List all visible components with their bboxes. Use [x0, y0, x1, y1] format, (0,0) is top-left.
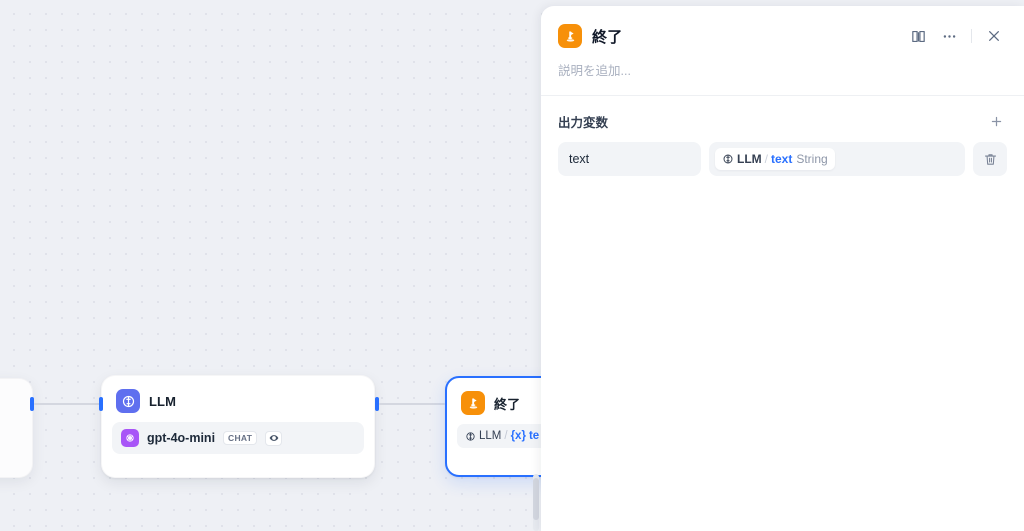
- output-variable-row: text LLM / text String: [558, 142, 1007, 176]
- more-horizontal-icon[interactable]: [935, 22, 963, 50]
- node-title-end: 終了: [494, 396, 521, 412]
- edge-llm-to-end: [379, 403, 445, 405]
- panel-header-actions: [904, 22, 1008, 50]
- output-variable-key[interactable]: text: [558, 142, 701, 176]
- node-config-panel: 終了 説明を追加... 出力変数 text LLM / text String: [541, 6, 1024, 531]
- chip-source-label: LLM: [737, 152, 762, 166]
- canvas-node-partial[interactable]: [0, 378, 33, 478]
- description-input[interactable]: 説明を追加...: [541, 50, 1024, 95]
- trash-icon[interactable]: [973, 142, 1007, 176]
- variable-reference-chip[interactable]: LLM / text String: [715, 148, 835, 170]
- llm-brain-icon: [116, 389, 140, 413]
- output-variables-header: 出力変数: [558, 110, 1007, 132]
- llm-model-row[interactable]: gpt-4o-mini CHAT: [112, 422, 364, 454]
- llm-model-badge: CHAT: [223, 431, 258, 445]
- llm-model-name: gpt-4o-mini: [147, 431, 216, 445]
- edge-left-to-llm: [34, 403, 103, 405]
- chip-variable-name: text: [771, 152, 793, 166]
- canvas-scrollbar-thumb[interactable]: [533, 478, 539, 520]
- eye-icon[interactable]: [265, 430, 283, 446]
- book-icon[interactable]: [904, 22, 932, 50]
- close-icon[interactable]: [980, 22, 1008, 50]
- canvas-scrollbar-track[interactable]: [533, 474, 539, 531]
- panel-header: 終了: [541, 6, 1024, 50]
- end-chip-separator: /: [504, 430, 508, 442]
- output-variables-title: 出力変数: [558, 115, 609, 130]
- output-variables-section: 出力変数 text LLM / text String: [541, 96, 1024, 176]
- chip-variable-type: String: [796, 152, 828, 166]
- output-variable-value[interactable]: LLM / text String: [709, 142, 965, 176]
- plus-icon[interactable]: [985, 110, 1007, 132]
- end-chip-name: te: [528, 430, 540, 442]
- end-chip-brace: {x}: [510, 430, 526, 442]
- node-title-llm: LLM: [149, 393, 177, 409]
- panel-title: 終了: [592, 28, 623, 46]
- canvas-node-llm[interactable]: LLM gpt-4o-mini CHAT: [101, 375, 375, 478]
- openai-logo-icon: [121, 429, 139, 447]
- connection-handle-llm-in[interactable]: [99, 397, 103, 411]
- end-flag-icon: [461, 391, 485, 415]
- workflow-editor: LLM gpt-4o-mini CHAT 終了 LLM / {x} te 終了 …: [0, 0, 1024, 531]
- header-divider: [971, 29, 972, 43]
- chip-separator: /: [764, 152, 768, 166]
- end-chip-source: LLM: [479, 430, 502, 442]
- end-flag-icon: [558, 24, 582, 48]
